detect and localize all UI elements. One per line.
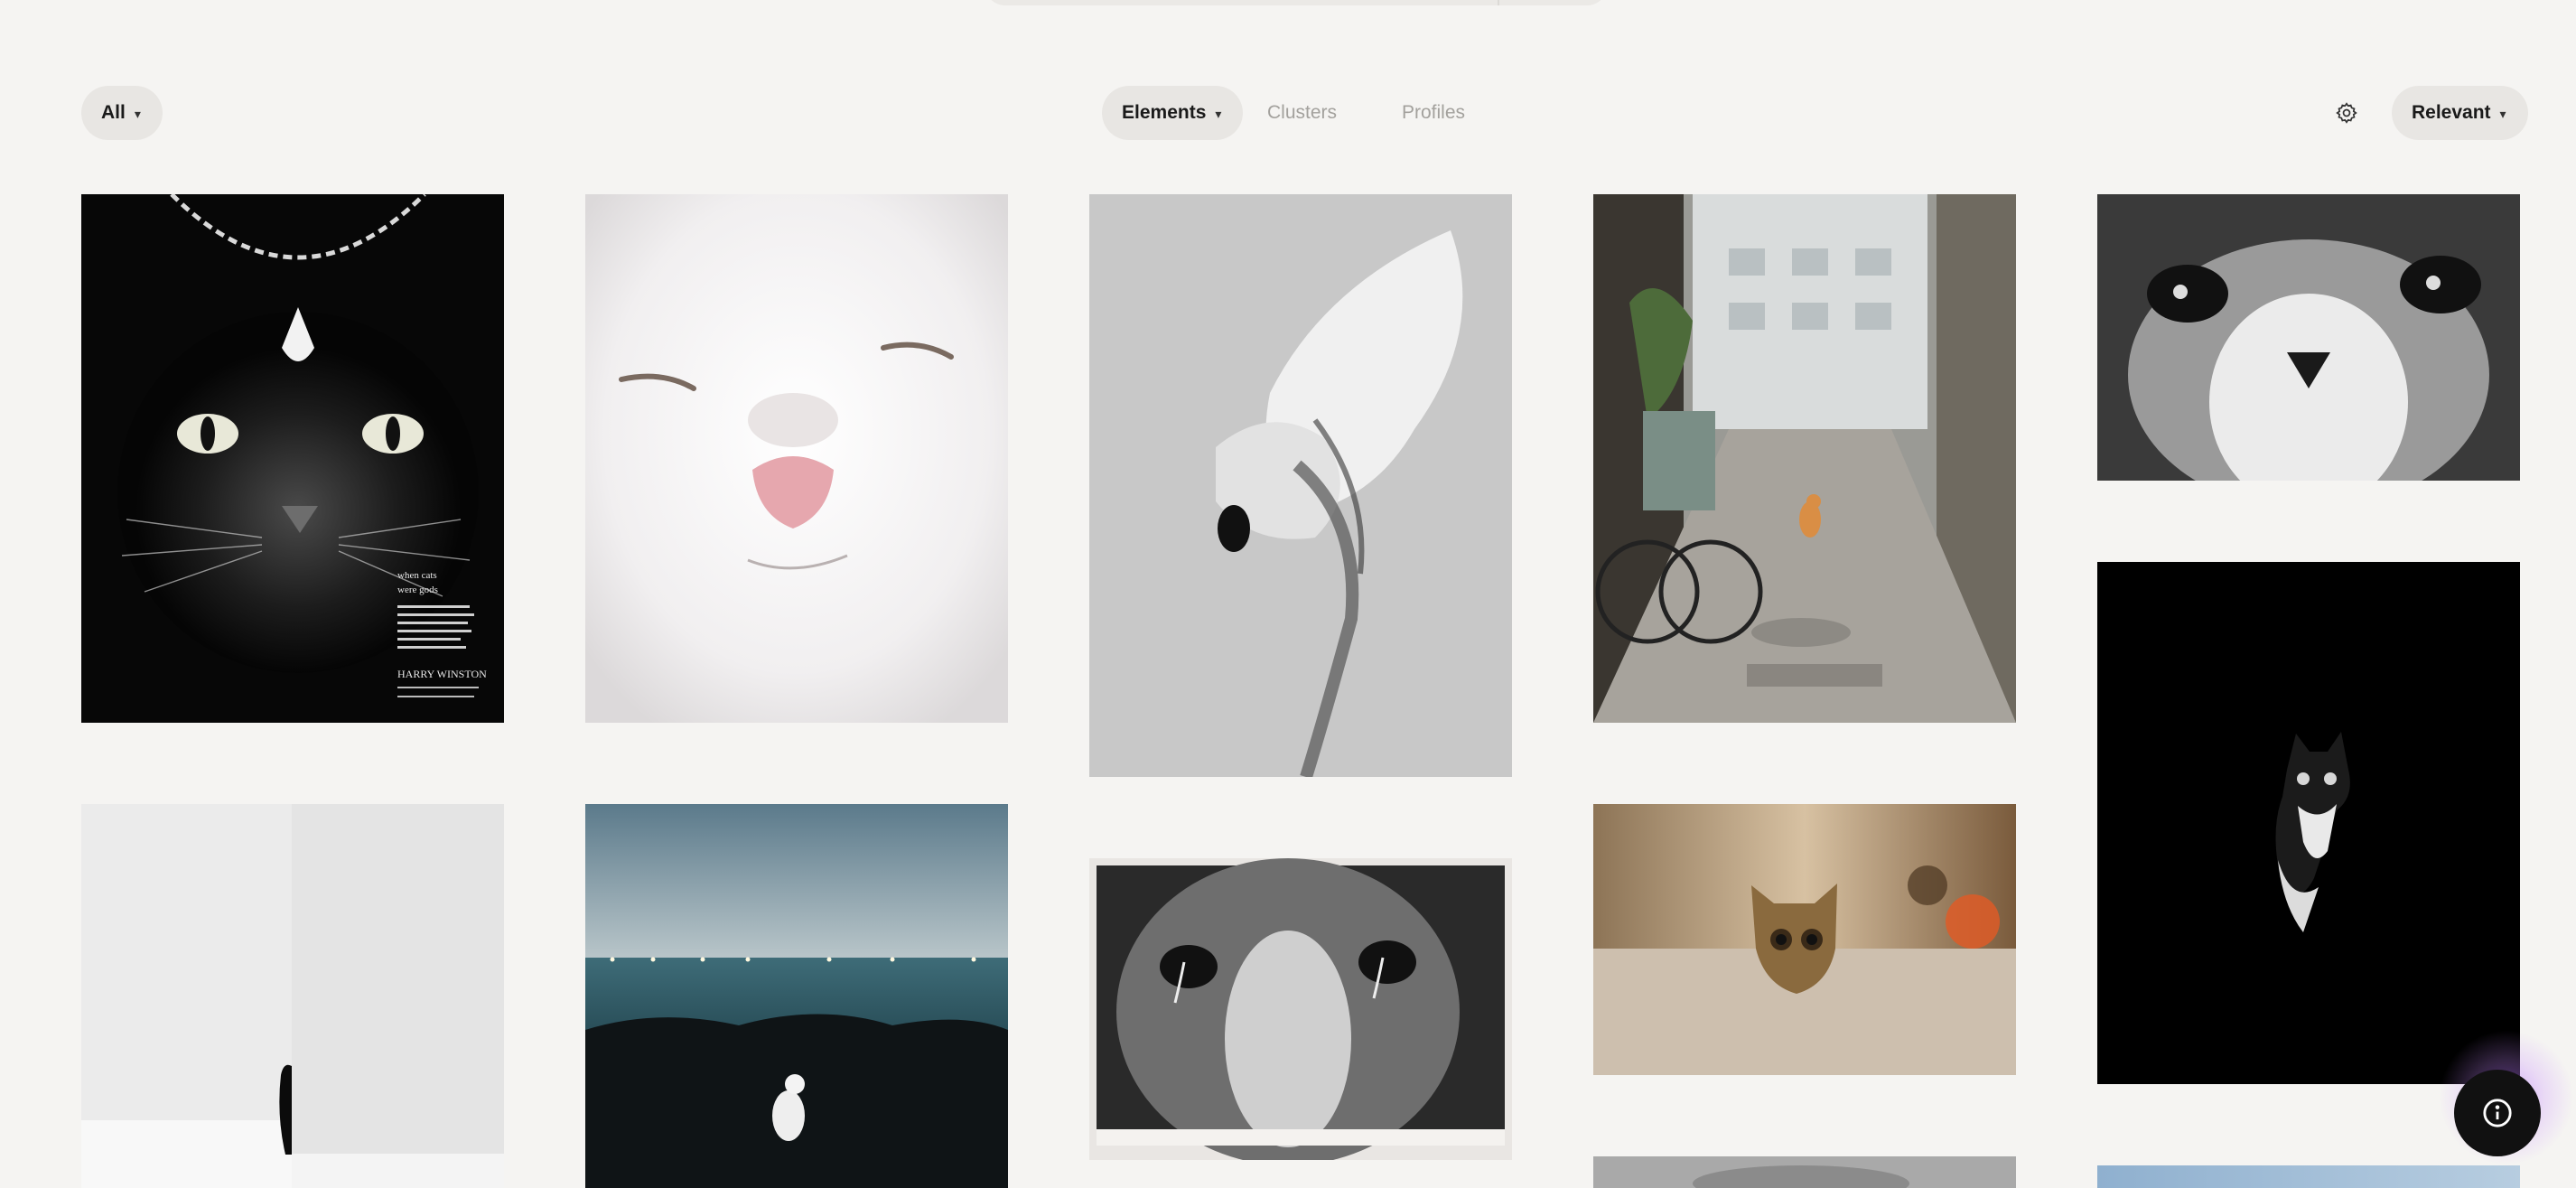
filter-all-label: All bbox=[101, 102, 126, 123]
grid-item-abstract-gray-figure[interactable] bbox=[1089, 194, 1512, 777]
image-abstract-gray bbox=[1089, 194, 1512, 777]
page: All ▾ Elements ▾ Clusters Profiles Relev… bbox=[0, 0, 2576, 1188]
settings-button[interactable] bbox=[2329, 95, 2365, 131]
info-button[interactable] bbox=[2454, 1070, 2541, 1156]
image-cat-black-necklace: when cats were gods HARRY WINSTON bbox=[81, 194, 504, 723]
sort-label: Relevant bbox=[2412, 102, 2491, 123]
filter-all-dropdown[interactable]: All ▾ bbox=[81, 86, 163, 140]
image-cat-tabby-eyes bbox=[2097, 194, 2520, 481]
grid-item-cat-white-on-rocks-sea[interactable] bbox=[585, 804, 1008, 1188]
image-cat-print bbox=[1089, 858, 1512, 1160]
image-cat-peeking bbox=[1593, 804, 2016, 1075]
image-cat-white-closeup bbox=[585, 194, 1008, 723]
image-cat-on-rocks bbox=[585, 804, 1008, 1188]
image-alley-cat bbox=[1593, 194, 2016, 723]
ad-brand: HARRY WINSTON bbox=[397, 668, 487, 680]
image-partial-sky bbox=[2097, 1165, 2520, 1188]
info-icon bbox=[2483, 1099, 2512, 1127]
chevron-down-icon: ▾ bbox=[2499, 106, 2506, 121]
image-partial-gray bbox=[1593, 1156, 2016, 1188]
gear-icon bbox=[2336, 102, 2357, 124]
tab-profiles-label: Profiles bbox=[1402, 102, 1466, 123]
tab-clusters-label: Clusters bbox=[1267, 102, 1338, 123]
ad-headline-2: were gods bbox=[397, 585, 438, 595]
sort-dropdown[interactable]: Relevant ▾ bbox=[2392, 86, 2528, 140]
grid-item-cat-photo-print-bw[interactable] bbox=[1089, 858, 1512, 1160]
grid-item-cat-black-necklace-ad[interactable]: when cats were gods HARRY WINSTON bbox=[81, 194, 504, 723]
image-cat-dark bbox=[2097, 562, 2520, 1084]
search-divider bbox=[1498, 0, 1499, 5]
grid-item-cat-peeking-table[interactable] bbox=[1593, 804, 2016, 1075]
ad-headline-1: when cats bbox=[397, 570, 437, 581]
grid-item-cat-black-white-dark[interactable] bbox=[2097, 562, 2520, 1084]
image-cat-minimal-wall bbox=[81, 804, 504, 1188]
search-bar[interactable] bbox=[985, 0, 1608, 5]
tab-clusters[interactable]: Clusters bbox=[1267, 86, 1337, 140]
tab-elements[interactable]: Elements ▾ bbox=[1102, 86, 1244, 140]
grid-item-cat-minimal-wall[interactable] bbox=[81, 804, 504, 1188]
grid-item-partial-sky[interactable] bbox=[2097, 1165, 2520, 1188]
grid-item-alley-orange-cat[interactable] bbox=[1593, 194, 2016, 723]
tab-profiles[interactable]: Profiles bbox=[1402, 86, 1465, 140]
grid-item-cat-white-closeup[interactable] bbox=[585, 194, 1008, 723]
grid-item-partial-gray[interactable] bbox=[1593, 1156, 2016, 1188]
chevron-down-icon: ▾ bbox=[1215, 106, 1222, 121]
grid-item-cat-tabby-eyes-bw[interactable] bbox=[2097, 194, 2520, 481]
tab-elements-label: Elements bbox=[1122, 102, 1207, 123]
chevron-down-icon: ▾ bbox=[134, 106, 141, 121]
